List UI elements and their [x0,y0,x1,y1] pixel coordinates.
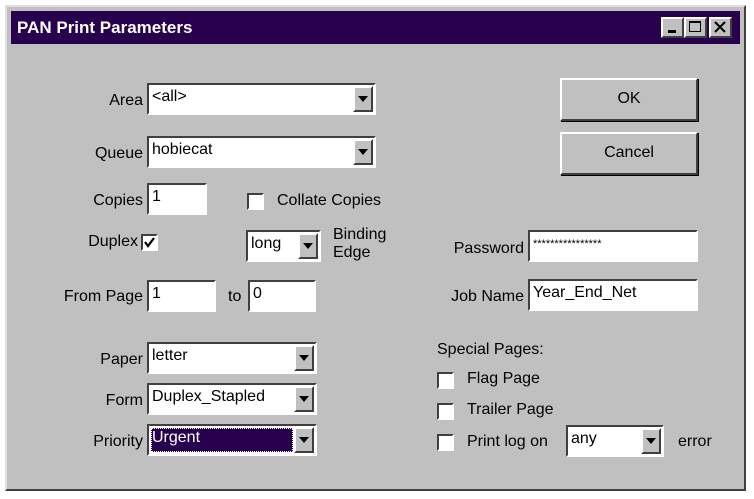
binding-edge-value: long [251,235,282,252]
to-page-label: to [228,288,242,305]
job-name-label: Job Name [451,288,524,305]
queue-value: hobiecat [152,141,213,158]
print-log-value: any [571,430,597,447]
close-button[interactable] [709,17,732,38]
collate-label: Collate Copies [277,192,382,209]
flag-page-checkbox[interactable] [437,372,454,389]
minimize-button[interactable] [661,17,684,38]
form-label: Form [105,392,143,409]
job-name-input[interactable]: Year_End_Net [528,279,698,311]
form-dropdown-arrow-icon[interactable] [294,386,314,412]
to-page-value: 0 [253,285,262,302]
copies-input[interactable]: 1 [147,183,207,215]
priority-selection-highlight: Urgent [151,428,293,452]
print-log-checkbox[interactable] [437,434,454,451]
trailer-page-label: Trailer Page [467,401,554,418]
area-dropdown-arrow-icon[interactable] [353,86,373,112]
window-title: PAN Print Parameters [17,18,193,37]
priority-value: Urgent [152,429,201,446]
minimize-icon [668,30,676,33]
cancel-button-label: Cancel [604,144,654,161]
priority-label: Priority [93,433,143,450]
to-page-input[interactable]: 0 [248,280,316,312]
maximize-button[interactable] [684,17,707,38]
print-log-suffix: error [678,433,712,450]
form-select[interactable]: Duplex_Stapled [147,383,317,415]
paper-dropdown-arrow-icon[interactable] [294,345,314,371]
close-icon [714,21,726,33]
job-name-value: Year_End_Net [533,284,637,301]
duplex-checkbox[interactable] [141,234,158,251]
checkmark-icon [144,237,155,248]
duplex-label: Duplex [88,233,138,250]
from-page-label: From Page [63,288,143,305]
queue-label: Queue [94,145,143,162]
ok-button-label: OK [617,90,641,107]
binding-edge-label-line2: Edge [333,244,371,261]
cancel-button[interactable]: Cancel [560,132,698,175]
binding-edge-dropdown-arrow-icon[interactable] [298,233,318,259]
password-input[interactable]: **************** [528,230,698,262]
print-log-dropdown-arrow-icon[interactable] [641,428,661,454]
flag-page-label: Flag Page [467,370,540,387]
password-label: Password [453,240,524,257]
special-pages-heading: Special Pages: [437,341,544,358]
paper-label: Paper [100,351,143,368]
collate-checkbox[interactable] [247,193,264,210]
title-bar[interactable]: PAN Print Parameters [11,11,740,44]
area-select[interactable]: <all> [147,83,376,115]
maximize-icon [689,21,701,32]
from-page-input[interactable]: 1 [147,280,216,312]
from-page-value: 1 [152,285,161,302]
queue-select[interactable]: hobiecat [147,136,376,168]
trailer-page-checkbox[interactable] [437,403,454,420]
copies-value: 1 [152,188,161,205]
password-value: **************** [533,238,602,250]
queue-dropdown-arrow-icon[interactable] [353,139,373,165]
ok-button[interactable]: OK [560,78,698,121]
binding-edge-select[interactable]: long [246,230,321,262]
print-log-label: Print log on [467,433,548,450]
binding-edge-label-line1: Binding [333,226,387,243]
print-log-select[interactable]: any [566,425,664,457]
priority-select[interactable]: Urgent [147,424,317,456]
area-value: <all> [152,88,187,105]
form-value: Duplex_Stapled [152,388,265,405]
paper-value: letter [152,347,188,364]
paper-select[interactable]: letter [147,342,317,374]
priority-dropdown-arrow-icon[interactable] [294,427,314,453]
copies-label: Copies [93,192,143,209]
area-label: Area [109,92,143,109]
